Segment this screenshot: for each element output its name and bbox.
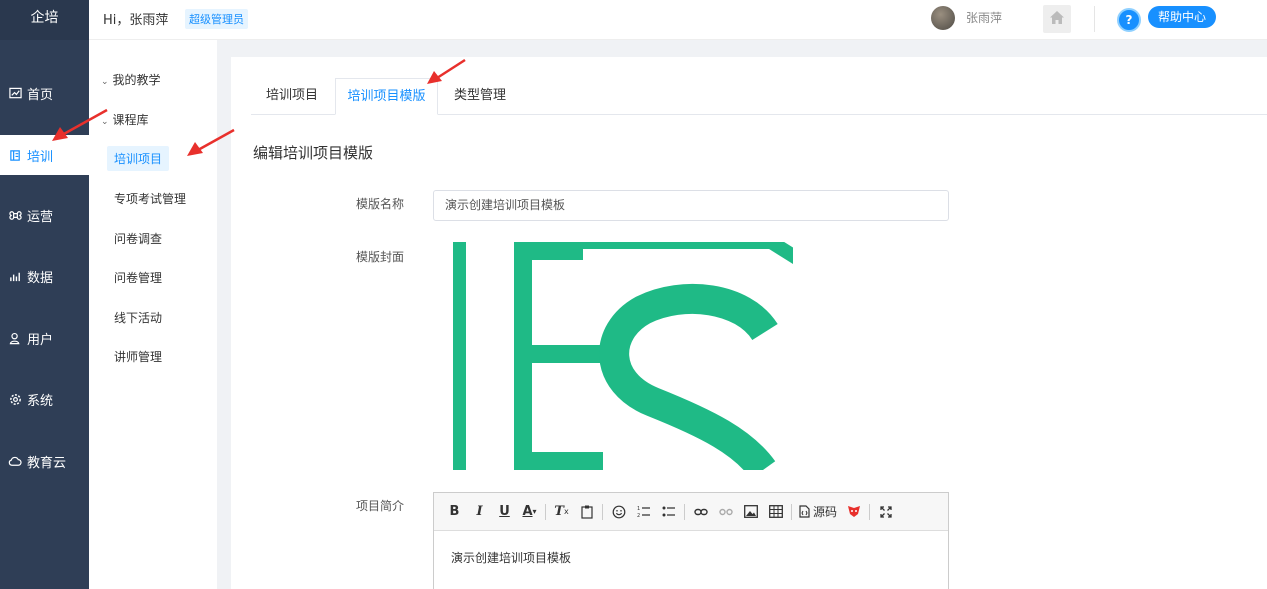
template-cover-image[interactable] xyxy=(453,242,793,470)
nav-item-label: 教育云 xyxy=(27,455,67,471)
nav-item-label: 培训 xyxy=(27,149,54,165)
nav-item-label: 首页 xyxy=(27,87,54,103)
subnav-group-my-teaching[interactable]: ⌄ 我的教学 xyxy=(101,71,161,88)
nav-item-label: 用户 xyxy=(27,332,54,348)
template-name-label: 模版名称 xyxy=(356,197,405,211)
main-nav: 企培 首页 培训 运营 数据 用户 系统 教育云 xyxy=(0,0,89,589)
underline-icon[interactable]: U xyxy=(492,502,517,522)
bold-icon[interactable]: B xyxy=(442,502,467,522)
image-icon[interactable] xyxy=(738,502,763,522)
main-content: 培训项目 培训项目模版 类型管理 编辑培训项目模版 模版名称 演示创建培训项目模… xyxy=(231,57,1267,589)
toolbar-divider xyxy=(602,503,603,520)
clear-format-icon[interactable]: Tx xyxy=(549,502,574,522)
nav-item-users[interactable]: 用户 xyxy=(0,318,89,358)
plugin-icon[interactable] xyxy=(841,502,866,522)
nav-item-home[interactable]: 首页 xyxy=(0,73,89,113)
role-badge: 超级管理员 xyxy=(185,9,248,29)
template-name-input[interactable]: 演示创建培训项目模板 xyxy=(433,190,949,221)
user-icon xyxy=(7,330,23,346)
source-code-button[interactable]: 源码 xyxy=(795,502,841,522)
svg-text:1: 1 xyxy=(637,506,640,512)
es-logo-image xyxy=(453,242,793,470)
toolbar-divider xyxy=(791,503,792,520)
top-header: Hi，张雨萍 超级管理员 张雨萍 ? 帮助中心 xyxy=(89,0,1267,40)
paste-icon[interactable] xyxy=(574,502,599,522)
chevron-down-icon: ⌄ xyxy=(101,77,109,87)
nav-item-label: 系统 xyxy=(27,393,54,409)
table-icon[interactable] xyxy=(763,502,788,522)
nav-item-training[interactable]: 培训 xyxy=(0,135,89,175)
bar-chart-icon xyxy=(7,268,23,284)
source-code-icon xyxy=(799,505,810,518)
unlink-icon[interactable] xyxy=(713,502,738,522)
tab-training-project[interactable]: 培训项目 xyxy=(251,78,333,115)
book-icon xyxy=(7,147,23,163)
help-icon[interactable]: ? xyxy=(1117,8,1141,32)
subnav-group-label: 课程库 xyxy=(112,113,149,127)
ordered-list-icon[interactable]: 12 xyxy=(631,502,656,522)
username-text[interactable]: 张雨萍 xyxy=(966,9,1002,26)
home-button[interactable] xyxy=(1043,5,1071,33)
template-cover-label: 模版封面 xyxy=(356,250,405,264)
toolbar-divider xyxy=(545,503,546,520)
editor-content[interactable]: 演示创建培训项目模板 xyxy=(434,531,948,584)
greeting-text: Hi，张雨萍 xyxy=(103,13,169,28)
nav-item-label: 运营 xyxy=(27,209,54,225)
gear-icon xyxy=(7,391,23,407)
project-intro-label: 项目简介 xyxy=(356,499,405,513)
subnav-item-offline-activity[interactable]: 线下活动 xyxy=(114,309,162,326)
font-color-icon[interactable]: A ▾ xyxy=(517,502,542,522)
italic-icon[interactable]: I xyxy=(467,502,492,522)
nav-item-label: 数据 xyxy=(27,270,54,286)
toolbar-divider xyxy=(869,503,871,520)
emoji-icon[interactable] xyxy=(606,502,631,522)
cloud-icon xyxy=(7,453,23,469)
app-logo: 企培 xyxy=(0,0,89,40)
toolbar-divider xyxy=(684,503,685,520)
editor-toolbar: B I U A ▾ Tx 12 源码 xyxy=(434,493,948,531)
tab-training-template[interactable]: 培训项目模版 xyxy=(335,78,438,115)
svg-text:2: 2 xyxy=(637,513,640,518)
subnav-item-questionnaire-survey[interactable]: 问卷调查 xyxy=(114,230,162,247)
avatar[interactable] xyxy=(931,6,955,30)
nav-item-edu-cloud[interactable]: 教育云 xyxy=(0,441,89,481)
chart-icon xyxy=(7,85,23,101)
page-title: 编辑培训项目模版 xyxy=(253,144,374,162)
link-icon[interactable] xyxy=(688,502,713,522)
subnav-item-questionnaire-manage[interactable]: 问卷管理 xyxy=(114,269,162,286)
header-divider xyxy=(1094,6,1095,32)
tab-bar: 培训项目 培训项目模版 类型管理 xyxy=(251,78,1267,115)
nav-item-system[interactable]: 系统 xyxy=(0,379,89,419)
secondary-sidebar: ⌄ 我的教学 ⌄ 课程库 培训项目 专项考试管理 问卷调查 问卷管理 线下活动 讲师… xyxy=(89,40,217,589)
command-icon xyxy=(7,207,23,223)
nav-item-operations[interactable]: 运营 xyxy=(0,195,89,235)
source-code-label: 源码 xyxy=(813,505,838,519)
subnav-item-lecturer-manage[interactable]: 讲师管理 xyxy=(114,348,162,365)
rich-text-editor: B I U A ▾ Tx 12 源码 演示创建培训项目模板 xyxy=(433,492,949,589)
home-icon xyxy=(1049,10,1065,29)
fullscreen-icon[interactable] xyxy=(873,502,898,522)
subnav-item-special-exam[interactable]: 专项考试管理 xyxy=(114,190,186,207)
help-center-button[interactable]: 帮助中心 xyxy=(1148,6,1217,28)
nav-item-data[interactable]: 数据 xyxy=(0,256,89,296)
tab-type-manage[interactable]: 类型管理 xyxy=(439,78,521,115)
subnav-group-label: 我的教学 xyxy=(112,73,161,87)
subnav-item-training-project[interactable]: 培训项目 xyxy=(107,146,170,171)
chevron-down-icon: ⌄ xyxy=(101,117,109,127)
unordered-list-icon[interactable] xyxy=(656,502,681,522)
subnav-group-course-library[interactable]: ⌄ 课程库 xyxy=(101,111,149,128)
